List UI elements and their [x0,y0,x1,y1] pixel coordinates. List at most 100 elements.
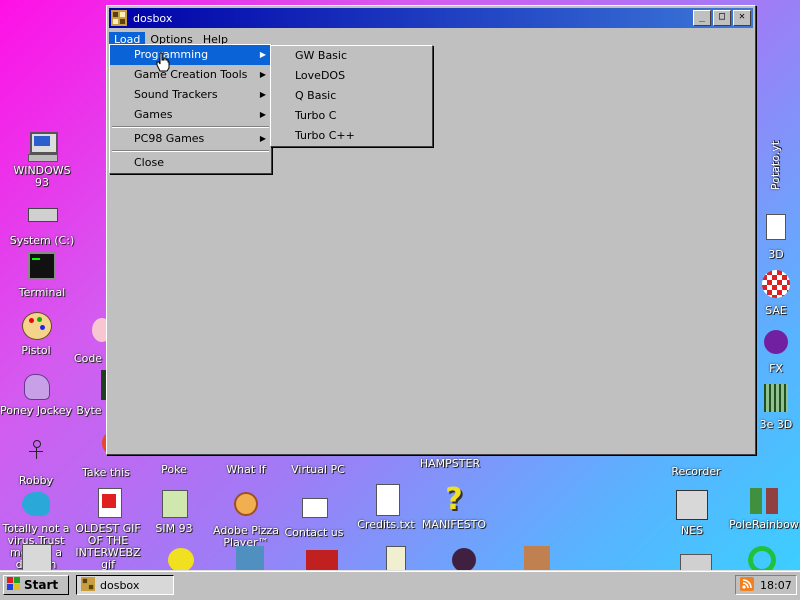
maximize-button[interactable]: □ [713,10,731,26]
desktop-icon-label: 3e 3D [759,418,793,431]
computer-icon [26,130,58,162]
dosbox-app-icon [111,10,127,26]
taskbar-item-label: dosbox [100,578,140,592]
desktop-icon-credits[interactable]: Credits.txt [350,484,422,531]
desktop-icon-label: PoleRainbow [729,518,799,531]
submenu-item-turbo-cpp[interactable]: Turbo C++ [271,126,432,146]
desktop-icon-poney-jockey[interactable]: Poney Jockey [0,370,72,417]
menu-item-game-creation-tools[interactable]: Game Creation Tools ▶ [110,65,271,85]
submenu-item-q-basic[interactable]: Q Basic [271,86,432,106]
desktop-icon-label: Virtual PC [291,463,345,476]
menu-item-pc98-games[interactable]: PC98 Games ▶ [110,129,271,149]
taskbar-item-dosbox[interactable]: dosbox [76,575,174,595]
bottle-icon[interactable] [386,546,406,574]
hard-drive-icon [26,200,58,232]
byte-icon [73,370,115,402]
submenu-item-lovedos[interactable]: LoveDOS [271,66,432,86]
desktop-icon-label: Robby [18,474,54,487]
desktop-icon-virtual-pc[interactable]: Virtual PC [282,452,354,476]
people-icon [748,484,780,516]
rss-icon[interactable] [740,576,754,594]
menu-item-games[interactable]: Games ▶ [110,105,271,125]
palette-icon [20,310,52,342]
desktop-icon-terminal[interactable]: Terminal [6,252,78,299]
desktop-icon-label: 3D [768,248,784,261]
desktop-icon-sae[interactable]: SAE [752,270,800,317]
menu-separator [112,150,269,152]
desktop-icon-label: Take this [82,466,130,479]
pizza-icon [230,490,262,522]
desktop-icon-label: Poney Jockey [0,404,72,417]
text-file-icon [370,484,402,516]
programming-submenu: GW Basic LoveDOS Q Basic Turbo C Turbo C… [270,45,433,147]
desktop-icon-label: Poke [161,463,187,476]
cube-icon[interactable] [236,546,264,572]
submenu-arrow-icon: ▶ [259,110,266,119]
desktop-icon-label: OLDEST GIF OF THE INTERWEBZ gif [75,522,141,571]
desktop-icon-3d[interactable]: 3D [752,214,800,261]
desktop-icon-label: System (C:) [9,234,75,247]
ring-icon[interactable] [748,546,776,574]
smiley-icon[interactable] [168,548,194,572]
amiga-ball-icon [760,270,792,302]
desktop-icon-contact-us[interactable]: Contact us [278,492,350,539]
desktop-icon-label: MANIFESTO [421,518,487,531]
desktop-icon-label: SIM 93 [155,522,193,535]
desktop-icon-windows93[interactable]: WINDOWS 93 [6,130,78,189]
desktop-icon-label: SAE [765,304,787,317]
terminal-icon [26,252,58,284]
desktop-icon-polerainbow[interactable]: PoleRainbow [728,484,800,531]
desktop-icon-potato[interactable]: Potato.yt [752,140,800,190]
menu-separator [112,126,269,128]
desktop-icon-label: FX [769,362,783,375]
menu-item-label: Games [134,108,173,121]
menu-item-programming[interactable]: Programming ▶ [110,45,271,65]
menu-item-label: PC98 Games [134,132,205,145]
desktop-icon-what-if[interactable]: What If [210,452,282,476]
submenu-arrow-icon: ▶ [259,50,266,59]
console-icon[interactable] [306,550,338,572]
desktop-icon-label: WINDOWS 93 [13,164,71,189]
recycle-bin-icon[interactable] [22,544,52,572]
desktop-icon-label: Terminal [18,286,66,299]
dosbox-app-icon [81,576,95,594]
desktop-icon-system-c[interactable]: System (C:) [6,200,78,247]
close-button[interactable]: ✕ [733,10,751,26]
menu-item-close[interactable]: Close [110,153,271,173]
pony-icon [20,370,52,402]
submenu-arrow-icon: ▶ [259,70,266,79]
minimize-button[interactable]: _ [693,10,711,26]
desktop-icon-fx[interactable]: FX [752,328,800,375]
menu-item-label: Sound Trackers [134,88,218,101]
submenu-item-gw-basic[interactable]: GW Basic [271,46,432,66]
doom-face-icon[interactable] [524,546,550,572]
bomb-icon[interactable] [452,548,476,572]
desktop-icon-sim93[interactable]: SIM 93 [138,488,210,535]
code-icon [72,318,112,350]
desktop-icon-manifesto[interactable]: ? MANIFESTO [418,484,490,531]
desktop-icon-label: Potato.yt [769,140,782,190]
system-tray: 18:07 [735,575,797,595]
desktop-icon-robby[interactable]: Robby [0,440,72,487]
load-menu-dropdown: Programming ▶ Game Creation Tools ▶ Soun… [109,44,272,174]
window-titlebar[interactable]: dosbox _ □ ✕ [109,8,753,28]
menu-item-sound-trackers[interactable]: Sound Trackers ▶ [110,85,271,105]
desktop-icon-3e3d[interactable]: 3e 3D [752,384,800,431]
desktop-icon-nes[interactable]: NES [656,490,728,537]
desktop-icon-label: Credits.txt [357,518,415,531]
desktop-icon-label: Contact us [284,526,344,539]
start-button[interactable]: Start [3,575,69,595]
nes-console-icon [676,490,708,522]
desktop-icon-adobe-pizza[interactable]: Adobe Pizza Player™ [208,490,284,549]
desktop-icon-oldest-gif[interactable]: OLDEST GIF OF THE INTERWEBZ gif [68,488,148,571]
start-label: Start [24,578,59,592]
envelope-icon [298,492,330,524]
file-icon [760,214,792,246]
submenu-item-turbo-c[interactable]: Turbo C [271,106,432,126]
question-mark-icon: ? [445,482,463,517]
desktop-icon-label: What If [226,463,266,476]
desktop-icon-poke[interactable]: Poke [138,452,210,476]
clock: 18:07 [760,578,792,592]
menu-item-label: Programming [134,48,209,61]
book-icon [158,488,190,520]
